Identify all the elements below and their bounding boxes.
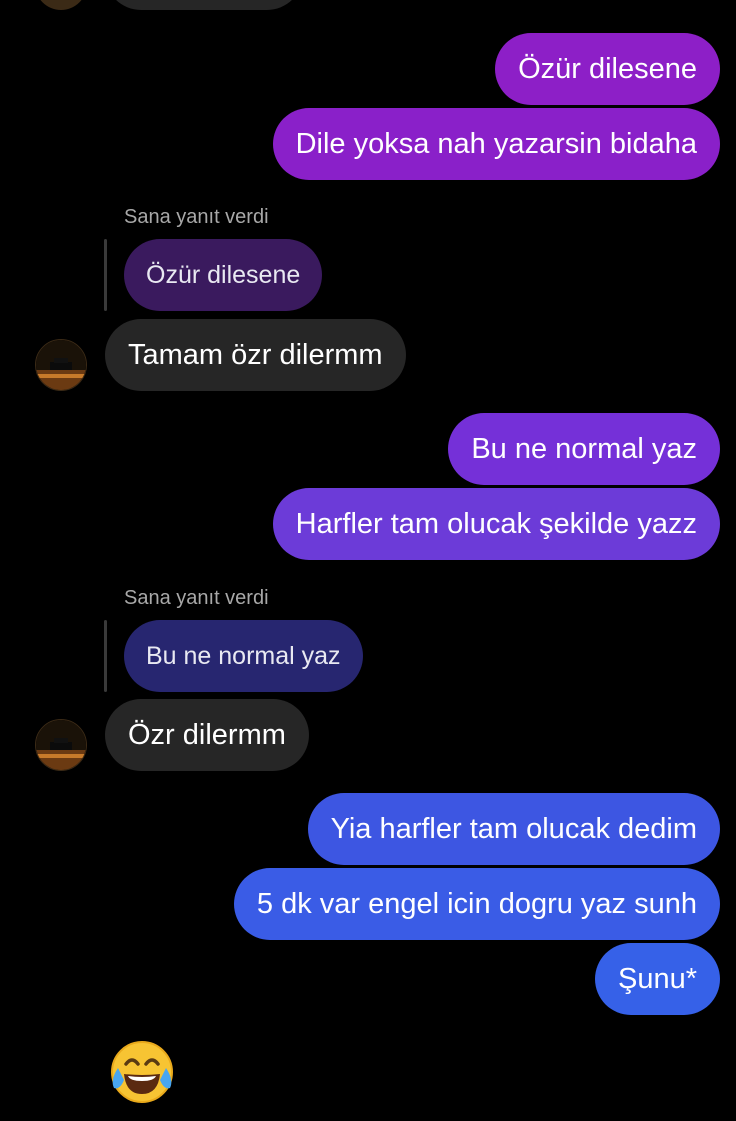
incoming-message[interactable]: Özr dilermm	[105, 699, 309, 771]
reply-bar	[104, 620, 107, 692]
outgoing-message[interactable]: Özür dilesene	[495, 33, 720, 105]
outgoing-message[interactable]: Şunu*	[594, 943, 720, 1015]
outgoing-message[interactable]: 5 dk var engel icin dogru yaz sunh	[233, 868, 720, 940]
outgoing-message[interactable]: Harfler tam olucak şekilde yazz	[272, 488, 720, 560]
avatar-image	[36, 340, 86, 390]
outgoing-message[interactable]: Dile yoksa nah yazarsin bidaha	[272, 108, 720, 180]
outgoing-message[interactable]: Yia harfler tam olucak dedim	[307, 793, 720, 865]
avatar[interactable]	[35, 339, 87, 391]
outgoing-message[interactable]: Bu ne normal yaz	[448, 413, 720, 485]
quoted-message[interactable]: Özür dilesene	[124, 239, 323, 311]
incoming-message[interactable]: Tamam özr dilermm	[105, 319, 406, 391]
avatar[interactable]	[35, 0, 87, 10]
avatar-image	[36, 720, 86, 770]
face-with-tears-of-joy-icon[interactable]	[108, 1040, 176, 1104]
incoming-bubble-partial[interactable]	[105, 0, 303, 10]
reply-bar	[104, 239, 107, 311]
reply-label: Sana yanıt verdi	[124, 587, 269, 609]
avatar[interactable]	[35, 719, 87, 771]
quoted-message[interactable]: Bu ne normal yaz	[124, 620, 363, 692]
reply-label: Sana yanıt verdi	[124, 206, 269, 228]
